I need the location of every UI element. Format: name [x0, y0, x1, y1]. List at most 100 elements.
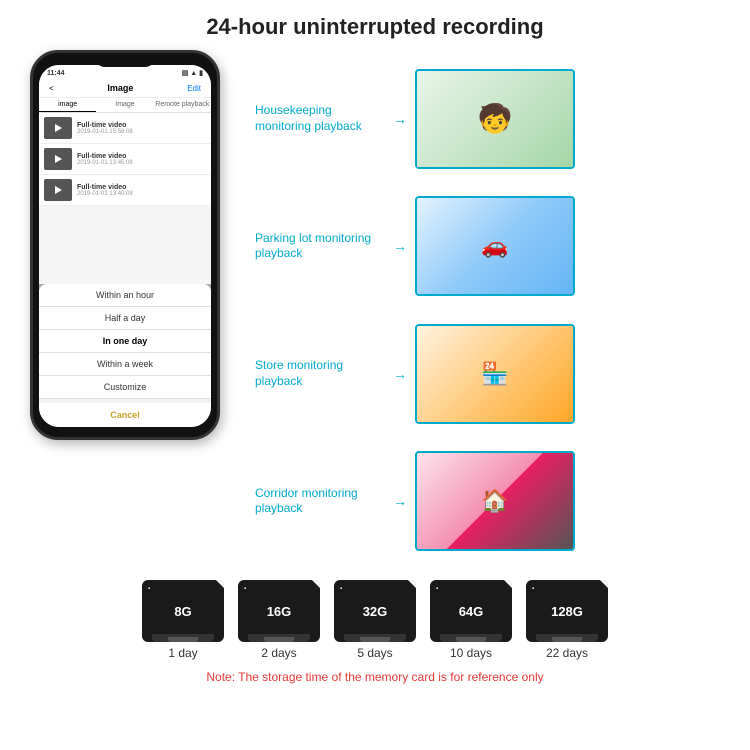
video-date-3: 2019-01-01 13:40:08 — [77, 191, 133, 197]
monitor-photo-2: 🏪 — [415, 324, 575, 424]
nav-edit[interactable]: Edit — [187, 84, 201, 93]
phone-icons: ▤ ▲ ▮ — [182, 69, 203, 77]
tab-image[interactable]: image — [39, 98, 96, 112]
sd-dot-16g: ▪ — [244, 586, 246, 592]
sd-icon-16g: ▪ 16G — [238, 580, 320, 642]
monitor-row-1: Parking lot monitoring playback → 🚗 — [255, 196, 735, 296]
sd-card-16g: ▪ 16G 2 days — [238, 580, 320, 660]
sd-days-128g: 22 days — [546, 646, 588, 660]
phone-time: 11:44 — [47, 70, 65, 77]
phone-notch — [95, 53, 155, 67]
dropdown-item-0[interactable]: Within an hour — [39, 284, 211, 307]
video-item-1[interactable]: Full-time video 2019-01-01 15:58:08 — [39, 113, 211, 144]
sd-card-32g: ▪ 32G 5 days — [334, 580, 416, 660]
dropdown-item-2[interactable]: In one day — [39, 330, 211, 353]
sd-notch-128g — [536, 634, 598, 642]
dropdown-item-3[interactable]: Within a week — [39, 353, 211, 376]
thumb-3 — [44, 179, 72, 201]
video-item-2[interactable]: Full-time video 2019-01-01 13:45:08 — [39, 144, 211, 175]
sd-icon-8g: ▪ 8G — [142, 580, 224, 642]
video-info-2: Full-time video 2019-01-01 13:45:08 — [77, 153, 133, 166]
dropdown-list: Within an hour Half a day In one day Wit… — [39, 284, 211, 427]
sd-notch-inner-16g — [264, 637, 294, 642]
phone-mockup: 11:44 ▤ ▲ ▮ < Image Edit image Image Rem… — [30, 50, 220, 440]
sd-days-64g: 10 days — [450, 646, 492, 660]
sd-notch-32g — [344, 634, 406, 642]
sd-card-64g: ▪ 64G 10 days — [430, 580, 512, 660]
phone-tabs: image Image Remote playback — [39, 98, 211, 113]
sd-label-64g: 64G — [459, 604, 484, 619]
sd-cards-row: ▪ 8G 1 day ▪ 16G 2 days ▪ 32G — [142, 580, 608, 660]
tab-remote[interactable]: Remote playback — [154, 98, 211, 112]
monitor-arrow-3: → — [393, 493, 407, 509]
sd-icon-32g: ▪ 32G — [334, 580, 416, 642]
video-info-3: Full-time video 2019-01-01 13:40:08 — [77, 184, 133, 197]
video-info-1: Full-time video 2019-01-01 15:58:08 — [77, 122, 133, 135]
sd-dot-8g: ▪ — [148, 586, 150, 592]
monitor-row-2: Store monitoring playback → 🏪 — [255, 324, 735, 424]
sd-dot-32g: ▪ — [340, 586, 342, 592]
sd-label-8g: 8G — [174, 604, 191, 619]
dropdown-item-1[interactable]: Half a day — [39, 307, 211, 330]
photo-corridor-scene: 🏠 — [417, 453, 573, 549]
photo-child-scene: 🧒 — [417, 71, 573, 167]
monitor-arrow-2: → — [393, 366, 407, 382]
monitor-row-0: Housekeeping monitoring playback → 🧒 — [255, 69, 735, 169]
thumb-1 — [44, 117, 72, 139]
sd-notch-64g — [440, 634, 502, 642]
play-icon-1 — [55, 124, 62, 132]
thumb-2 — [44, 148, 72, 170]
phone-nav: < Image Edit — [39, 79, 211, 98]
video-title-1: Full-time video — [77, 122, 133, 129]
monitor-photo-1: 🚗 — [415, 196, 575, 296]
photo-parking-scene: 🚗 — [417, 198, 573, 294]
sd-section: ▪ 8G 1 day ▪ 16G 2 days ▪ 32G — [0, 570, 750, 689]
phone-status-bar: 11:44 ▤ ▲ ▮ — [39, 65, 211, 79]
photo-store-scene: 🏪 — [417, 326, 573, 422]
sd-notch-8g — [152, 634, 214, 642]
tab-image2[interactable]: Image — [96, 98, 153, 112]
video-item-3[interactable]: Full-time video 2019-01-01 13:40:08 — [39, 175, 211, 206]
sd-label-128g: 128G — [551, 604, 583, 619]
sd-days-32g: 5 days — [357, 646, 392, 660]
play-icon-3 — [55, 186, 62, 194]
video-date-1: 2019-01-01 15:58:08 — [77, 129, 133, 135]
sd-card-8g: ▪ 8G 1 day — [142, 580, 224, 660]
monitoring-section: Housekeeping monitoring playback → 🧒 Par… — [240, 50, 740, 570]
sd-icon-128g: ▪ 128G — [526, 580, 608, 642]
monitor-photo-0: 🧒 — [415, 69, 575, 169]
monitor-photo-3: 🏠 — [415, 451, 575, 551]
monitor-row-3: Corridor monitoring playback → 🏠 — [255, 451, 735, 551]
nav-title: Image — [107, 83, 133, 93]
play-icon-2 — [55, 155, 62, 163]
sd-notch-16g — [248, 634, 310, 642]
video-title-2: Full-time video — [77, 153, 133, 160]
sd-dot-128g: ▪ — [532, 586, 534, 592]
page-title: 24-hour uninterrupted recording — [0, 0, 750, 50]
sd-notch-inner-128g — [552, 637, 582, 642]
sd-notch-inner-64g — [456, 637, 486, 642]
sd-label-16g: 16G — [267, 604, 292, 619]
dropdown-cancel[interactable]: Cancel — [39, 403, 211, 427]
sd-card-128g: ▪ 128G 22 days — [526, 580, 608, 660]
main-content: 11:44 ▤ ▲ ▮ < Image Edit image Image Rem… — [0, 50, 750, 570]
monitor-label-1: Parking lot monitoring playback — [255, 231, 385, 262]
phone-dropdown: Within an hour Half a day In one day Wit… — [39, 284, 211, 427]
phone-screen: 11:44 ▤ ▲ ▮ < Image Edit image Image Rem… — [39, 65, 211, 427]
monitor-label-0: Housekeeping monitoring playback — [255, 103, 385, 134]
sd-notch-inner-32g — [360, 637, 390, 642]
sd-icon-64g: ▪ 64G — [430, 580, 512, 642]
video-title-3: Full-time video — [77, 184, 133, 191]
video-date-2: 2019-01-01 13:45:08 — [77, 160, 133, 166]
phone-section: 11:44 ▤ ▲ ▮ < Image Edit image Image Rem… — [10, 50, 240, 570]
monitor-arrow-1: → — [393, 238, 407, 254]
sd-dot-64g: ▪ — [436, 586, 438, 592]
monitor-label-2: Store monitoring playback — [255, 358, 385, 389]
monitor-label-3: Corridor monitoring playback — [255, 486, 385, 517]
nav-back[interactable]: < — [49, 84, 54, 93]
sd-days-16g: 2 days — [261, 646, 296, 660]
dropdown-item-4[interactable]: Customize — [39, 376, 211, 399]
sd-days-8g: 1 day — [168, 646, 197, 660]
monitor-arrow-0: → — [393, 111, 407, 127]
note-text: Note: The storage time of the memory car… — [206, 670, 543, 684]
